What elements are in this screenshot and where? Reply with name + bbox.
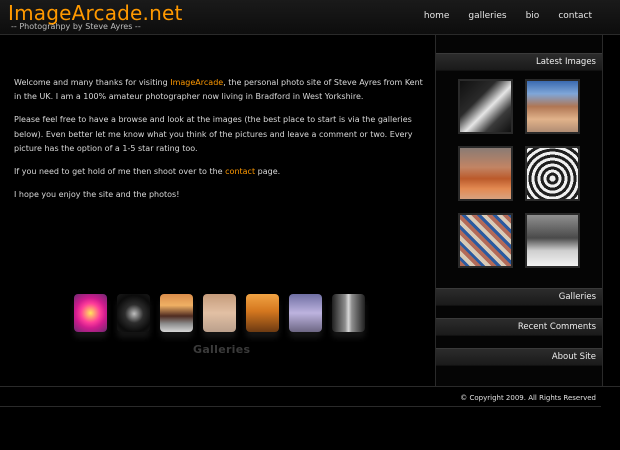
galleries-caption[interactable]: Galleries — [193, 343, 250, 356]
welcome-text: Welcome and many thanks for visiting Ima… — [14, 76, 426, 211]
logo-title[interactable]: ImageArcade.net — [8, 2, 183, 24]
main-content: Welcome and many thanks for visiting Ima… — [0, 35, 435, 385]
site-header: ImageArcade.net -- Photograhpy by Steve … — [0, 0, 620, 35]
closing-paragraph: I hope you enjoy the site and the photos… — [14, 190, 180, 200]
nav-home[interactable]: home — [424, 11, 450, 21]
recent-comments-section-heading[interactable]: Recent Comments — [436, 318, 602, 336]
gallery-thumb-landscape[interactable] — [160, 294, 193, 332]
gallery-thumb-people[interactable] — [289, 294, 322, 332]
sidebar-top-spacer — [436, 35, 602, 53]
sidebar: Latest Images Galleries Recent Comments … — [435, 35, 603, 386]
footer-divider — [0, 406, 601, 407]
contact-link[interactable]: contact — [225, 167, 255, 176]
latest-image-dunes[interactable] — [458, 146, 513, 201]
latest-images-heading: Latest Images — [436, 53, 602, 71]
contact-paragraph: If you need to get hold of me then shoot… — [14, 167, 281, 177]
copyright-text: © Copyright 2009. All Rights Reserved — [460, 394, 596, 402]
sidebar-section-gap-2 — [436, 306, 602, 318]
browse-paragraph: Please feel free to have a browse and lo… — [14, 115, 413, 153]
latest-image-saxophone[interactable] — [458, 79, 513, 134]
nav-contact[interactable]: contact — [558, 11, 592, 21]
site-footer: © Copyright 2009. All Rights Reserved — [0, 386, 620, 407]
latest-image-spiral[interactable] — [525, 146, 580, 201]
latest-image-trees[interactable] — [525, 213, 580, 268]
nav-galleries[interactable]: galleries — [468, 11, 506, 21]
imagearcade-link[interactable]: ImageArcade — [170, 78, 223, 87]
latest-image-desert-sky[interactable] — [525, 79, 580, 134]
gallery-thumb-deer[interactable] — [246, 294, 279, 332]
about-site-section-heading[interactable]: About Site — [436, 348, 602, 366]
galleries-section-heading[interactable]: Galleries — [436, 288, 602, 306]
nav-bio[interactable]: bio — [526, 11, 540, 21]
gallery-thumb-animal[interactable] — [117, 294, 150, 332]
latest-image-beach[interactable] — [458, 213, 513, 268]
sidebar-section-gap-3 — [436, 336, 602, 348]
gallery-thumbnail-strip — [74, 294, 365, 332]
main-nav: home galleries bio contact — [424, 11, 592, 21]
gallery-thumb-birds[interactable] — [203, 294, 236, 332]
welcome-paragraph: Welcome and many thanks for visiting Ima… — [14, 78, 423, 102]
gallery-thumb-flower[interactable] — [74, 294, 107, 332]
sidebar-section-gap — [436, 278, 602, 288]
latest-images-grid — [436, 71, 602, 278]
site-logo[interactable]: ImageArcade.net -- Photograhpy by Steve … — [8, 2, 183, 31]
gallery-thumb-street[interactable] — [332, 294, 365, 332]
